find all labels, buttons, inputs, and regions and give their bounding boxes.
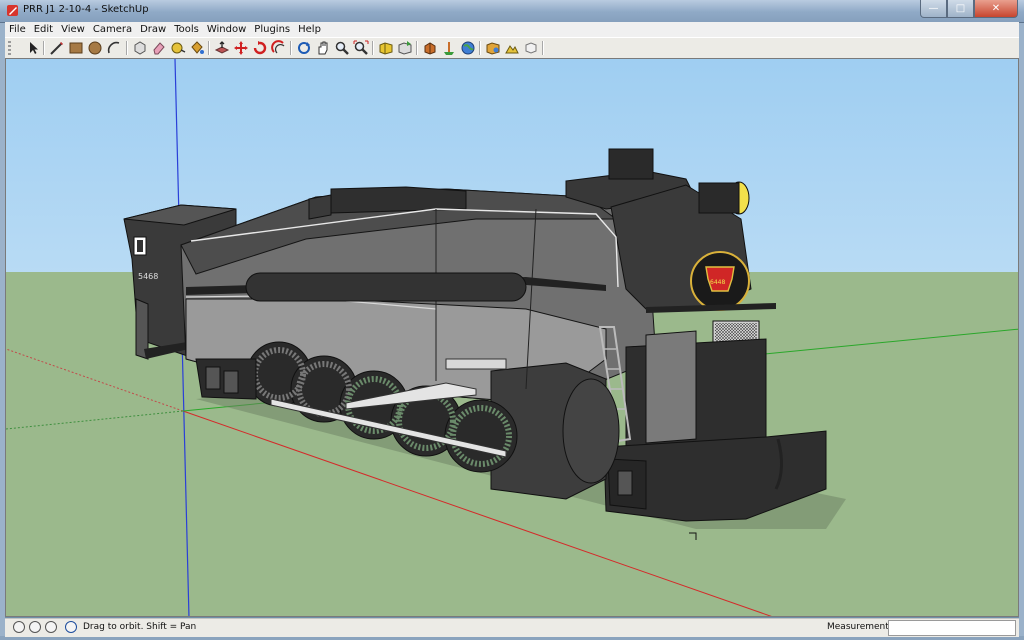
window-controls: — □ ✕	[920, 0, 1018, 18]
select-icon[interactable]	[25, 40, 41, 56]
menu-camera[interactable]: Camera	[89, 22, 136, 37]
air-tank	[245, 272, 527, 302]
move-icon[interactable]	[233, 40, 249, 56]
window-title: PRR J1 2-10-4 - SketchUp	[23, 4, 149, 15]
rectangle-icon[interactable]	[68, 40, 84, 56]
maximize-icon: □	[955, 3, 966, 14]
red-axis-dotted	[6, 348, 184, 412]
crosshead-guide	[445, 358, 507, 370]
paint-bucket-icon[interactable]	[189, 40, 205, 56]
sketchup-app-icon	[7, 5, 18, 16]
toolbar-divider	[479, 41, 481, 55]
place-model-icon[interactable]	[441, 40, 457, 56]
photo-textures-icon[interactable]	[523, 40, 539, 56]
tape-measure-icon[interactable]	[170, 40, 186, 56]
menu-draw[interactable]: Draw	[136, 22, 170, 37]
stack	[608, 148, 654, 180]
menu-window[interactable]: Window	[203, 22, 250, 37]
preview-in-google-earth-icon[interactable]	[460, 40, 476, 56]
toolbar-divider	[290, 41, 292, 55]
status-message: Drag to orbit. Shift = Pan	[83, 622, 197, 632]
menu-plugins[interactable]: Plugins	[250, 22, 294, 37]
menu-bar: File Edit View Camera Draw Tools Window …	[5, 22, 1019, 37]
circle-icon[interactable]	[87, 40, 103, 56]
truck-box	[223, 370, 239, 394]
share-component-icon[interactable]	[422, 40, 438, 56]
cursor-marker	[689, 532, 697, 540]
eraser-icon[interactable]	[151, 40, 167, 56]
toolbar-divider	[416, 41, 418, 55]
minimize-button[interactable]: —	[920, 0, 947, 18]
toolbar-grip[interactable]	[8, 41, 11, 55]
tender-window-2	[137, 240, 143, 252]
zoom-extents-icon[interactable]	[353, 40, 369, 56]
pan-icon[interactable]	[315, 40, 331, 56]
get-models-icon[interactable]	[378, 40, 394, 56]
arc-icon[interactable]	[106, 40, 122, 56]
maximize-button[interactable]: □	[947, 0, 974, 18]
menu-view[interactable]: View	[57, 22, 89, 37]
get-current-view-icon[interactable]	[485, 40, 501, 56]
toggle-terrain-icon[interactable]	[504, 40, 520, 56]
green-axis-dotted	[6, 410, 184, 430]
toolbar-divider	[43, 41, 45, 55]
drawing-viewport[interactable]: 5468 6448	[5, 58, 1019, 617]
user-icon[interactable]	[45, 621, 57, 633]
measurements-label: Measurements	[827, 622, 894, 632]
keystone-number: 6448	[710, 279, 725, 286]
measurements-box[interactable]	[888, 620, 1016, 636]
line-icon[interactable]	[49, 40, 65, 56]
toolbar-divider	[208, 41, 210, 55]
toolbar-divider	[126, 41, 128, 55]
toolbar	[5, 37, 1019, 59]
toolbar-divider	[542, 41, 544, 55]
truck-box	[205, 366, 221, 390]
orbit-icon[interactable]	[296, 40, 312, 56]
menu-help[interactable]: Help	[294, 22, 325, 37]
cylinder-head	[562, 378, 620, 484]
feedwater-cylinder	[645, 330, 697, 444]
menu-file[interactable]: File	[5, 22, 30, 37]
share-model-icon[interactable]	[397, 40, 413, 56]
dome	[308, 194, 332, 220]
push-pull-icon[interactable]	[214, 40, 230, 56]
menu-tools[interactable]: Tools	[170, 22, 203, 37]
close-icon: ✕	[991, 3, 1001, 14]
status-bar: Drag to orbit. Shift = Pan Measurements	[5, 618, 1019, 637]
close-button[interactable]: ✕	[974, 0, 1018, 18]
model-scene: 5468 6448	[6, 59, 1018, 616]
geo-location-icon[interactable]	[13, 621, 25, 633]
help-icon[interactable]	[65, 621, 77, 633]
offset-icon[interactable]	[271, 40, 287, 56]
headlight-housing	[698, 182, 740, 214]
minimize-icon: —	[928, 3, 939, 14]
zoom-icon[interactable]	[334, 40, 350, 56]
credits-icon[interactable]	[29, 621, 41, 633]
rotate-icon[interactable]	[252, 40, 268, 56]
window-frame-right	[1019, 22, 1024, 636]
menu-edit[interactable]: Edit	[30, 22, 57, 37]
tender-number: 5468	[138, 272, 158, 281]
make-component-icon[interactable]	[132, 40, 148, 56]
toolbar-divider	[372, 41, 374, 55]
title-bar: PRR J1 2-10-4 - SketchUp — □ ✕	[0, 0, 1024, 23]
coupler-knuckle	[617, 470, 633, 496]
